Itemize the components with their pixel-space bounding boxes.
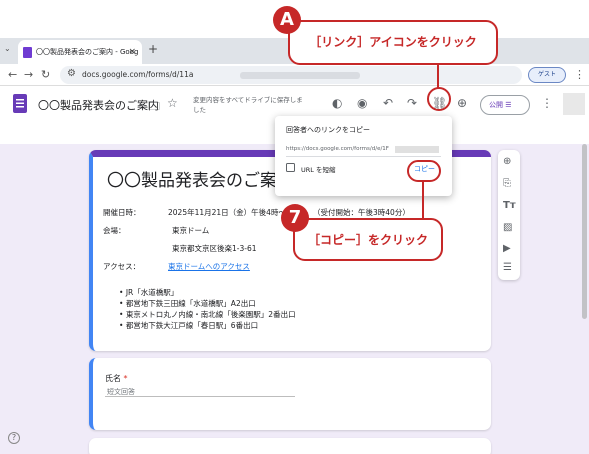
help-icon[interactable]: ? xyxy=(8,432,20,444)
form-document-title[interactable]: 〇〇製品発表会のご案内 xyxy=(38,97,159,113)
add-question-icon[interactable]: ⊕ xyxy=(503,156,511,167)
copy-button-highlight xyxy=(407,160,441,182)
floating-toolbar: ⊕ ⎘ Tт ▨ ▶ ☰ xyxy=(498,150,520,280)
address-input[interactable]: ⚙ docs.google.com/forms/d/11a xyxy=(60,66,522,84)
page-scrollbar[interactable] xyxy=(582,144,587,319)
add-section-icon[interactable]: ☰ xyxy=(503,262,512,273)
folder-icon[interactable]: 🗀 xyxy=(148,97,160,118)
undo-icon[interactable]: ↶ xyxy=(383,96,393,110)
close-tab-icon[interactable]: × xyxy=(128,40,136,64)
next-question-card[interactable] xyxy=(89,438,491,454)
form-title[interactable]: 〇〇製品発表会のご案内 xyxy=(107,166,294,191)
venue-address: 東京都文京区後楽1-3-61 xyxy=(172,244,257,253)
shorten-url-label[interactable]: URL を短縮 xyxy=(301,164,335,174)
add-title-icon[interactable]: Tт xyxy=(503,200,516,211)
import-questions-icon[interactable]: ⎘ xyxy=(503,178,511,189)
divider xyxy=(286,156,441,157)
question-card[interactable]: 氏名 * 短文回答 xyxy=(89,358,491,430)
forward-icon[interactable]: → xyxy=(24,68,33,81)
callout-a-pointer xyxy=(437,64,439,89)
profile-button[interactable]: ゲスト xyxy=(528,67,566,83)
publish-label: 公開 xyxy=(489,101,503,109)
list-item-text: JR「水道橋駅」 xyxy=(125,288,179,297)
star-icon[interactable]: ☆ xyxy=(167,96,178,110)
tab-list-icon[interactable]: ⌄ xyxy=(4,44,11,53)
browser-menu-icon[interactable]: ⋮ xyxy=(574,68,585,81)
question-label: 氏名 xyxy=(105,374,121,383)
add-image-icon[interactable]: ▨ xyxy=(503,222,512,233)
forms-logo-icon[interactable] xyxy=(13,94,27,113)
browser-tab[interactable]: 〇〇製品発表会のご案内 - Goog × xyxy=(18,40,142,64)
question-title[interactable]: 氏名 * xyxy=(105,373,128,384)
new-tab-button[interactable]: + xyxy=(148,42,158,56)
publish-button[interactable]: 公開 ☰ xyxy=(480,95,530,115)
preview-eye-icon[interactable]: ◉ xyxy=(357,96,367,110)
date-label: 開催日時： xyxy=(103,208,141,217)
callout-7: ［コピー］をクリック xyxy=(293,218,443,261)
responder-url[interactable]: https://docs.google.com/forms/d/e/1F xyxy=(286,146,389,152)
list-item-text: 東京メトロ丸ノ内線・南北線「後楽園駅」2番出口 xyxy=(125,310,296,319)
address-bar-row: ← → ↻ ⚙ docs.google.com/forms/d/11a ゲスト … xyxy=(0,64,589,86)
redo-icon[interactable]: ↷ xyxy=(407,96,417,110)
date-value: 2025年11月21日（金）午後4時〜5 xyxy=(168,208,291,217)
add-video-icon[interactable]: ▶ xyxy=(503,243,511,254)
avatar[interactable] xyxy=(563,93,585,115)
palette-icon[interactable]: ◐ xyxy=(332,96,342,110)
list-item-text: 都営地下鉄大江戸線「春日駅」6番出口 xyxy=(125,321,259,330)
save-status: 変更内容をすべてドライブに保存しました xyxy=(193,96,303,114)
list-item: • 都営地下鉄三田線「水道橋駅」A2出口 xyxy=(119,299,256,308)
callout-a: ［リンク］アイコンをクリック xyxy=(288,20,498,65)
list-item: • JR「水道橋駅」 xyxy=(119,288,179,297)
forms-favicon-icon xyxy=(23,47,32,58)
url-text: docs.google.com/forms/d/11a xyxy=(82,70,194,79)
shorten-url-checkbox[interactable] xyxy=(286,163,295,172)
answer-underline xyxy=(105,396,295,397)
link-icon-highlight xyxy=(427,87,451,111)
reload-icon[interactable]: ↻ xyxy=(41,68,50,81)
callout-7-pointer xyxy=(422,181,424,219)
access-label: アクセス： xyxy=(103,262,141,271)
back-icon[interactable]: ← xyxy=(8,68,17,81)
required-mark: * xyxy=(123,374,128,383)
more-options-icon[interactable]: ⋮ xyxy=(541,96,553,110)
list-item: • 都営地下鉄大江戸線「春日駅」6番出口 xyxy=(119,321,259,330)
list-item-text: 都営地下鉄三田線「水道橋駅」A2出口 xyxy=(125,299,256,308)
access-link[interactable]: 東京ドームへのアクセス xyxy=(168,261,250,272)
redacted-url xyxy=(395,146,439,153)
venue-label: 会場： xyxy=(103,226,126,235)
list-item: • 東京メトロ丸ノ内線・南北線「後楽園駅」2番出口 xyxy=(119,310,296,319)
date-value-reception: （受付開始：午後3時40分） xyxy=(313,208,410,217)
copy-link-popup: 回答者へのリンクをコピー https://docs.google.com/for… xyxy=(275,116,452,196)
redacted-url xyxy=(240,72,360,79)
badge-7: 7 xyxy=(281,204,309,232)
popup-title: 回答者へのリンクをコピー xyxy=(286,126,370,134)
venue-value: 東京ドーム xyxy=(172,226,210,235)
badge-a: A xyxy=(273,6,301,34)
add-collaborator-icon[interactable]: ⊕ xyxy=(457,96,467,110)
tab-title: 〇〇製品発表会のご案内 - Goog xyxy=(36,48,139,56)
publish-settings-icon: ☰ xyxy=(505,101,512,109)
site-info-icon[interactable]: ⚙ xyxy=(67,68,76,79)
